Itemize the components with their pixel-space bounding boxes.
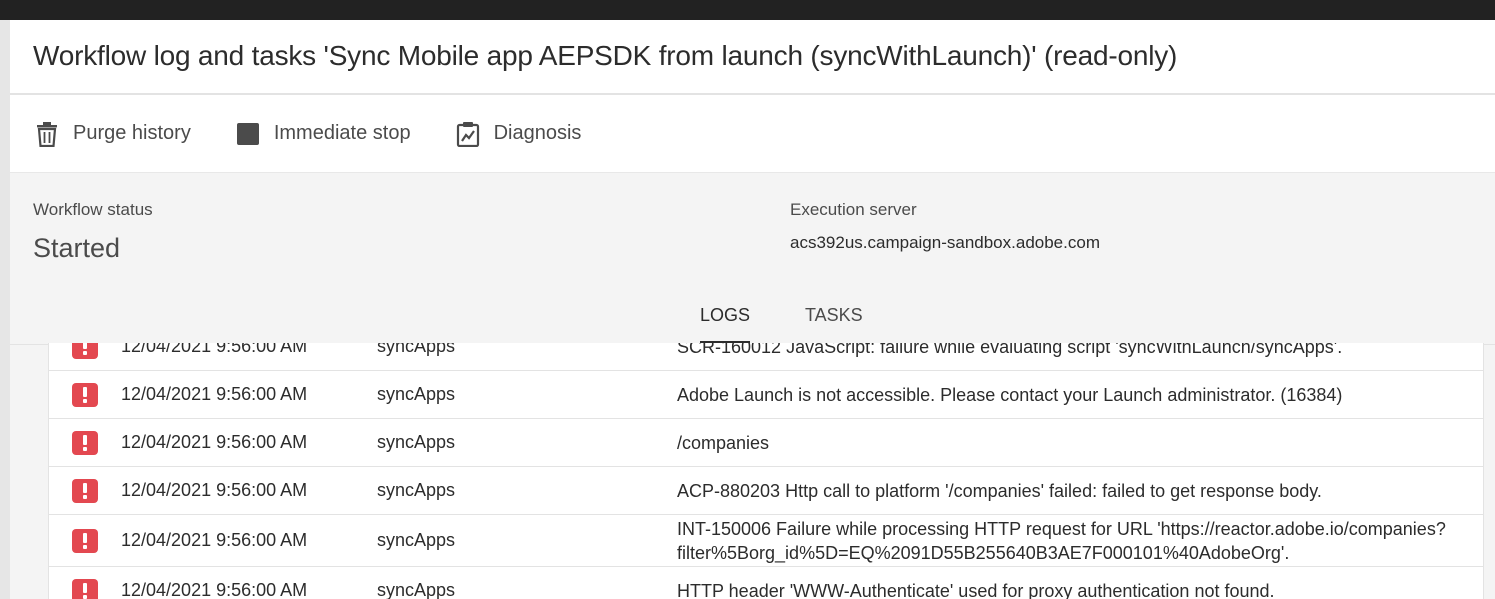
error-icon	[72, 578, 98, 599]
log-date: 12/04/2021 9:56:00 AM	[121, 343, 308, 356]
table-row[interactable]: 12/04/2021 9:56:00 AM syncApps SCR-16001…	[49, 343, 1483, 371]
log-task: syncApps	[377, 530, 456, 550]
log-message: ACP-880203 Http call to platform '/compa…	[677, 480, 1322, 501]
log-date: 12/04/2021 9:56:00 AM	[121, 384, 308, 404]
immediate-stop-button[interactable]: Immediate stop	[235, 121, 411, 147]
log-message: INT-150006 Failure while processing HTTP…	[677, 518, 1446, 563]
error-icon	[72, 478, 98, 503]
table-row[interactable]: 12/04/2021 9:56:00 AM syncApps ACP-88020…	[49, 467, 1483, 515]
execution-server-label: Execution server	[790, 200, 917, 219]
log-message: Adobe Launch is not accessible. Please c…	[677, 384, 1343, 405]
log-table: 12/04/2021 9:56:00 AM syncApps SCR-16001…	[48, 343, 1484, 599]
log-list-viewport[interactable]: 12/04/2021 9:56:00 AM syncApps SCR-16001…	[10, 343, 1495, 599]
log-task: syncApps	[377, 384, 456, 404]
dialog-header: Workflow log and tasks 'Sync Mobile app …	[10, 20, 1495, 95]
immediate-stop-label: Immediate stop	[273, 122, 411, 144]
trash-icon	[34, 121, 60, 147]
clipboard-chart-icon	[455, 121, 481, 147]
diagnosis-label: Diagnosis	[493, 122, 582, 144]
stop-square-icon	[235, 121, 261, 147]
purge-history-label: Purge history	[73, 122, 191, 144]
error-icon	[72, 528, 98, 553]
log-date: 12/04/2021 9:56:00 AM	[121, 530, 308, 550]
tab-bar: LOGS TASKS	[10, 273, 1495, 345]
workflow-log-dialog: Workflow log and tasks 'Sync Mobile app …	[10, 20, 1495, 599]
dialog-title: Workflow log and tasks 'Sync Mobile app …	[33, 40, 1178, 71]
table-row[interactable]: 12/04/2021 9:56:00 AM syncApps /companie…	[49, 419, 1483, 467]
log-date: 12/04/2021 9:56:00 AM	[121, 480, 308, 500]
table-row[interactable]: 12/04/2021 9:56:00 AM syncApps HTTP head…	[49, 567, 1483, 599]
diagnosis-button[interactable]: Diagnosis	[455, 121, 582, 147]
log-task: syncApps	[377, 343, 456, 356]
table-row[interactable]: 12/04/2021 9:56:00 AM syncApps INT-15000…	[49, 515, 1483, 567]
execution-server-value: acs392us.campaign-sandbox.adobe.com	[790, 233, 1100, 252]
purge-history-button[interactable]: Purge history	[34, 121, 191, 147]
tab-logs[interactable]: LOGS	[700, 305, 751, 344]
log-message: HTTP header 'WWW-Authenticate' used for …	[677, 580, 1275, 599]
log-message: /companies	[677, 432, 770, 453]
log-task: syncApps	[377, 580, 456, 599]
error-icon	[72, 382, 98, 407]
error-icon	[72, 430, 98, 455]
log-task: syncApps	[377, 480, 456, 500]
log-message: SCR-160012 JavaScript: failure while eva…	[677, 343, 1343, 357]
table-row[interactable]: 12/04/2021 9:56:00 AM syncApps Adobe Lau…	[49, 371, 1483, 419]
workflow-status-label: Workflow status	[33, 200, 153, 219]
toolbar: Purge history Immediate stop Diagnosis	[10, 95, 1495, 173]
workflow-status-value: Started	[33, 233, 121, 263]
log-task: syncApps	[377, 432, 456, 452]
log-date: 12/04/2021 9:56:00 AM	[121, 432, 308, 452]
tab-tasks[interactable]: TASKS	[805, 305, 863, 326]
error-icon	[72, 343, 98, 359]
log-date: 12/04/2021 9:56:00 AM	[121, 580, 308, 599]
workflow-info: Workflow status Started Execution server…	[10, 173, 1495, 273]
